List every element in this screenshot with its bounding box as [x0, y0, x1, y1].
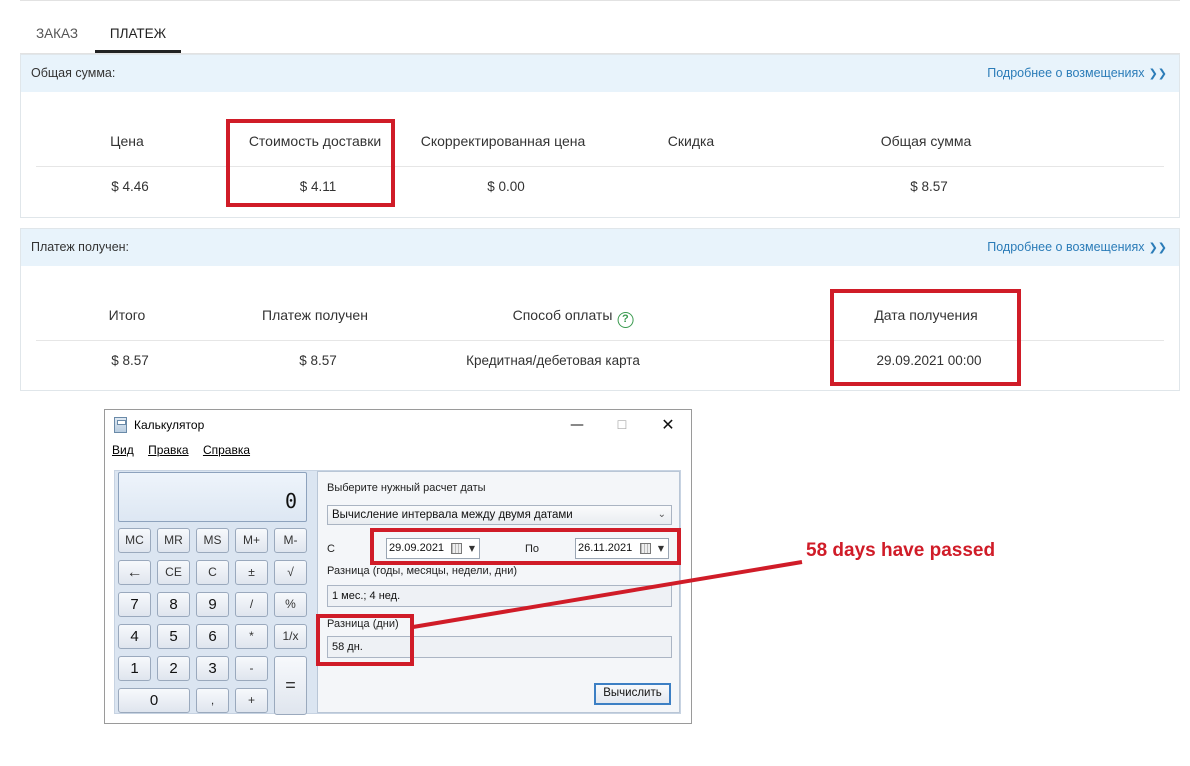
annotation-arrow	[412, 560, 803, 629]
annotation-arrow-line	[412, 560, 803, 629]
annotation-text: 58 days have passed	[806, 540, 996, 561]
